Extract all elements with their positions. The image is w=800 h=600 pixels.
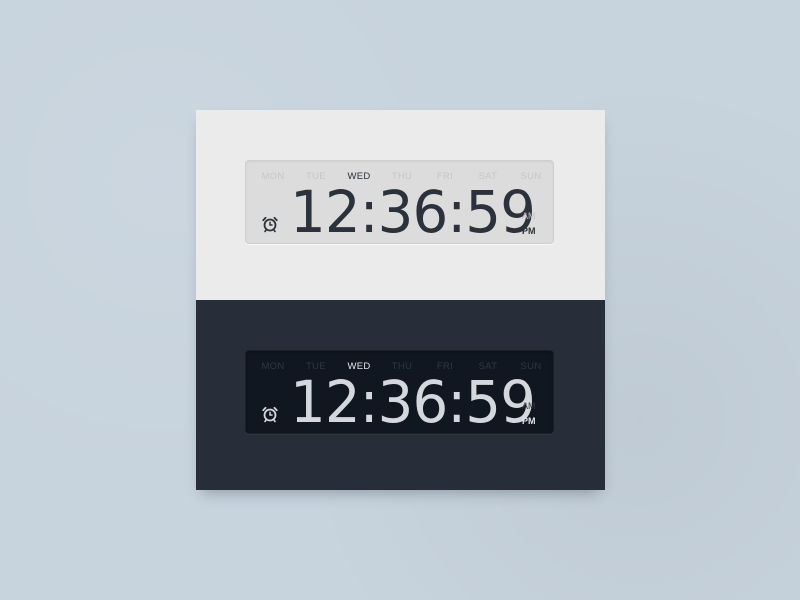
light-clock-panel: MON TUE WED THU FRI SAT SUN 12:36:59 AM … xyxy=(196,110,605,300)
day-mon: MON xyxy=(261,361,285,372)
time-display: 12:36:59 xyxy=(290,368,536,436)
clock-widget-card: MON TUE WED THU FRI SAT SUN 12:36:59 AM … xyxy=(196,110,605,490)
alarm-clock-icon[interactable] xyxy=(261,215,279,233)
dark-lcd-display: MON TUE WED THU FRI SAT SUN 12:36:59 AM … xyxy=(245,350,554,434)
day-mon: MON xyxy=(261,171,285,182)
dark-clock-panel: MON TUE WED THU FRI SAT SUN 12:36:59 AM … xyxy=(196,300,605,490)
am-indicator: AM xyxy=(522,211,536,221)
pm-indicator: PM xyxy=(522,416,536,426)
light-lcd-display: MON TUE WED THU FRI SAT SUN 12:36:59 AM … xyxy=(245,160,554,244)
alarm-clock-icon[interactable] xyxy=(261,405,279,423)
pm-indicator: PM xyxy=(522,226,536,236)
am-indicator: AM xyxy=(522,401,536,411)
time-display: 12:36:59 xyxy=(290,178,536,246)
